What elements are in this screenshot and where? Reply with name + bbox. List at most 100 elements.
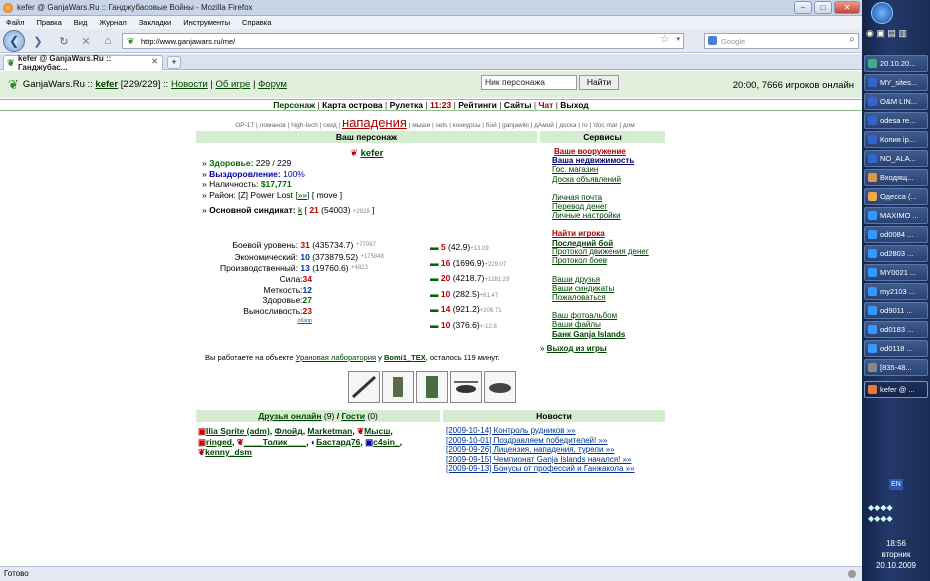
back-button[interactable]: ❮	[3, 30, 25, 52]
friend-item[interactable]: Мысш	[364, 426, 390, 436]
friend-item[interactable]: kenny_dsm	[205, 447, 252, 457]
friend-item[interactable]: Флойд	[275, 426, 303, 436]
tab-ganjawars[interactable]: ❦ kefer @ GanjaWars.Ru :: Ганджубас... ✕	[3, 54, 163, 72]
service-bank[interactable]: Банк Ganja Islands	[552, 330, 625, 339]
move-link[interactable]: [ move ]	[312, 190, 342, 200]
tray-icon[interactable]: ◆	[886, 503, 892, 512]
minimize-button[interactable]: –	[794, 1, 812, 14]
menu-sites[interactable]: Сайты	[504, 100, 532, 110]
friend-item[interactable]: ringed	[206, 437, 232, 447]
work-owner-link[interactable]: Bomi1_TEX	[384, 353, 426, 362]
syndicate-link[interactable]: k	[298, 205, 302, 215]
news-item[interactable]: [2009-09-13] Бонусы от профессий и Ганжа…	[446, 464, 635, 473]
service-money-log[interactable]: Протокол движения денег	[552, 247, 649, 256]
nick-search-input[interactable]: Ник персонажа	[481, 75, 577, 90]
taskbar-item[interactable]: Входящ...	[864, 169, 928, 186]
menu-island-map[interactable]: Карта острова	[322, 100, 383, 110]
friend-item[interactable]: Marketman	[307, 426, 352, 436]
friend-item[interactable]: Ilia Sprite (adm)	[206, 426, 270, 436]
attacks-link[interactable]: нападения	[342, 115, 407, 130]
desktop-quicklaunch-icon[interactable]: ▥	[898, 28, 907, 38]
menu-roulette[interactable]: Рулетка	[390, 100, 423, 110]
service-transfer[interactable]: Перевод денег	[552, 202, 607, 211]
taskbar-item[interactable]: od2803 ...	[864, 245, 928, 262]
work-object-link[interactable]: Урановая лаборатория	[296, 353, 376, 362]
friend-item[interactable]: Бастард76	[316, 437, 360, 447]
start-orb-icon[interactable]	[871, 2, 893, 24]
taskbar-item[interactable]: Одесса (...	[864, 188, 928, 205]
bookmark-star-icon[interactable]: ☆	[660, 34, 669, 45]
service-shop[interactable]: Гос. магазин	[552, 165, 598, 174]
friend-item[interactable]: ____Толик____	[244, 437, 306, 447]
news-item[interactable]: [2009-09-26] Лицензия, нападения, турели…	[446, 445, 615, 454]
service-find-player[interactable]: Найти игрока	[552, 229, 605, 238]
url-bar[interactable]: ❦ http://www.ganjawars.ru/me/ ☆ ▾	[122, 33, 684, 49]
taskbar-item[interactable]: odesa re...	[864, 112, 928, 129]
service-battle-log[interactable]: Протокол боев	[552, 256, 607, 265]
firefox-quicklaunch-icon[interactable]: ◉	[866, 28, 874, 38]
menu-view[interactable]: Вид	[74, 18, 88, 27]
url-dropdown-icon[interactable]: ▾	[676, 35, 680, 43]
exit-game-link[interactable]: Выход из игры	[547, 344, 607, 353]
service-realty[interactable]: Ваша недвижимость	[552, 156, 634, 165]
menu-file[interactable]: Файл	[6, 18, 24, 27]
taskbar-item[interactable]: [835-48...	[864, 359, 928, 376]
goggles-item-icon[interactable]	[484, 371, 516, 403]
taskbar-item[interactable]: Копия ip...	[864, 131, 928, 148]
taskbar-item[interactable]: od0084 ...	[864, 226, 928, 243]
menu-character[interactable]: Персонаж	[273, 100, 315, 110]
service-friends[interactable]: Ваши друзья	[552, 275, 600, 284]
system-clock[interactable]: 18:56 вторник 20.10.2009	[862, 538, 930, 571]
helicopter-item-icon[interactable]	[450, 371, 482, 403]
service-mail[interactable]: Личная почта	[552, 193, 602, 202]
news-item[interactable]: [2009-10-14] Контроль рудников »»	[446, 426, 576, 435]
folder-quicklaunch-icon[interactable]: ▤	[887, 28, 896, 38]
news-item[interactable]: [2009-09-15] Чемпионат Ganja Islands нач…	[446, 455, 632, 464]
app-quicklaunch-icon[interactable]: ▣	[876, 28, 885, 38]
user-link[interactable]: kefer	[95, 79, 118, 90]
submenu-left[interactable]: OP-1T | ломанов | high-tech | скид |	[235, 122, 340, 129]
bonus-link[interactable]: обзор	[200, 316, 312, 327]
menu-chat[interactable]: Чат	[538, 100, 553, 110]
service-weapons[interactable]: Ваше вооружение	[554, 147, 626, 156]
service-board[interactable]: Доска объявлений	[552, 175, 621, 184]
menu-bookmarks[interactable]: Закладки	[139, 18, 171, 27]
search-go-icon[interactable]: ⌕	[849, 34, 855, 45]
guests-link[interactable]: Гости	[341, 411, 365, 421]
taskbar-item[interactable]: od0183 ...	[864, 321, 928, 338]
camo-suit-item-icon[interactable]	[416, 371, 448, 403]
taskbar-item[interactable]: NO_ALA...	[864, 150, 928, 167]
menu-help[interactable]: Справка	[242, 18, 271, 27]
service-complain[interactable]: Пожаловаться	[552, 293, 606, 302]
taskbar-item[interactable]: MY_sites...	[864, 74, 928, 91]
submenu-right[interactable]: | мыши | sets | конкурсы | бой | ganjawi…	[409, 122, 635, 129]
forward-button[interactable]: ❯	[28, 32, 48, 50]
district-link[interactable]: [»»]	[295, 190, 309, 200]
menu-exit[interactable]: Выход	[560, 100, 588, 110]
search-input[interactable]: Google ⌕	[704, 33, 859, 49]
taskbar-item[interactable]: MAXIMO ...	[864, 207, 928, 224]
about-link[interactable]: Об игре	[216, 79, 251, 90]
stop-icon[interactable]: ✕	[78, 32, 94, 50]
taskbar-item[interactable]: 20.10.20...	[864, 55, 928, 72]
language-indicator[interactable]: EN	[889, 479, 903, 490]
tray-icon[interactable]: ◆	[886, 514, 892, 523]
menu-tools[interactable]: Инструменты	[183, 18, 230, 27]
menu-ratings[interactable]: Рейтинги	[458, 100, 497, 110]
service-photo[interactable]: Ваш фотоальбом	[552, 311, 617, 320]
menu-edit[interactable]: Правка	[36, 18, 61, 27]
taskbar-item-active[interactable]: kefer @ ...	[864, 381, 928, 398]
taskbar-item[interactable]: O&M LIN...	[864, 93, 928, 110]
new-tab-button[interactable]: +	[167, 56, 181, 69]
close-button[interactable]: ✕	[834, 1, 860, 14]
news-item[interactable]: [2009-10-01] Поздравляем победителей! »»	[446, 436, 607, 445]
maximize-button[interactable]: □	[814, 1, 832, 14]
shotgun-item-icon[interactable]	[348, 371, 380, 403]
taskbar-item[interactable]: od0118 ...	[864, 340, 928, 357]
taskbar-item[interactable]: MY0021 ...	[864, 264, 928, 281]
service-files[interactable]: Ваши файлы	[552, 320, 601, 329]
service-syndicates[interactable]: Ваши синдикаты	[552, 284, 614, 293]
friends-online-link[interactable]: Друзья онлайн	[258, 411, 321, 421]
tab-close-icon[interactable]: ✕	[151, 57, 158, 66]
menu-history[interactable]: Журнал	[99, 18, 126, 27]
